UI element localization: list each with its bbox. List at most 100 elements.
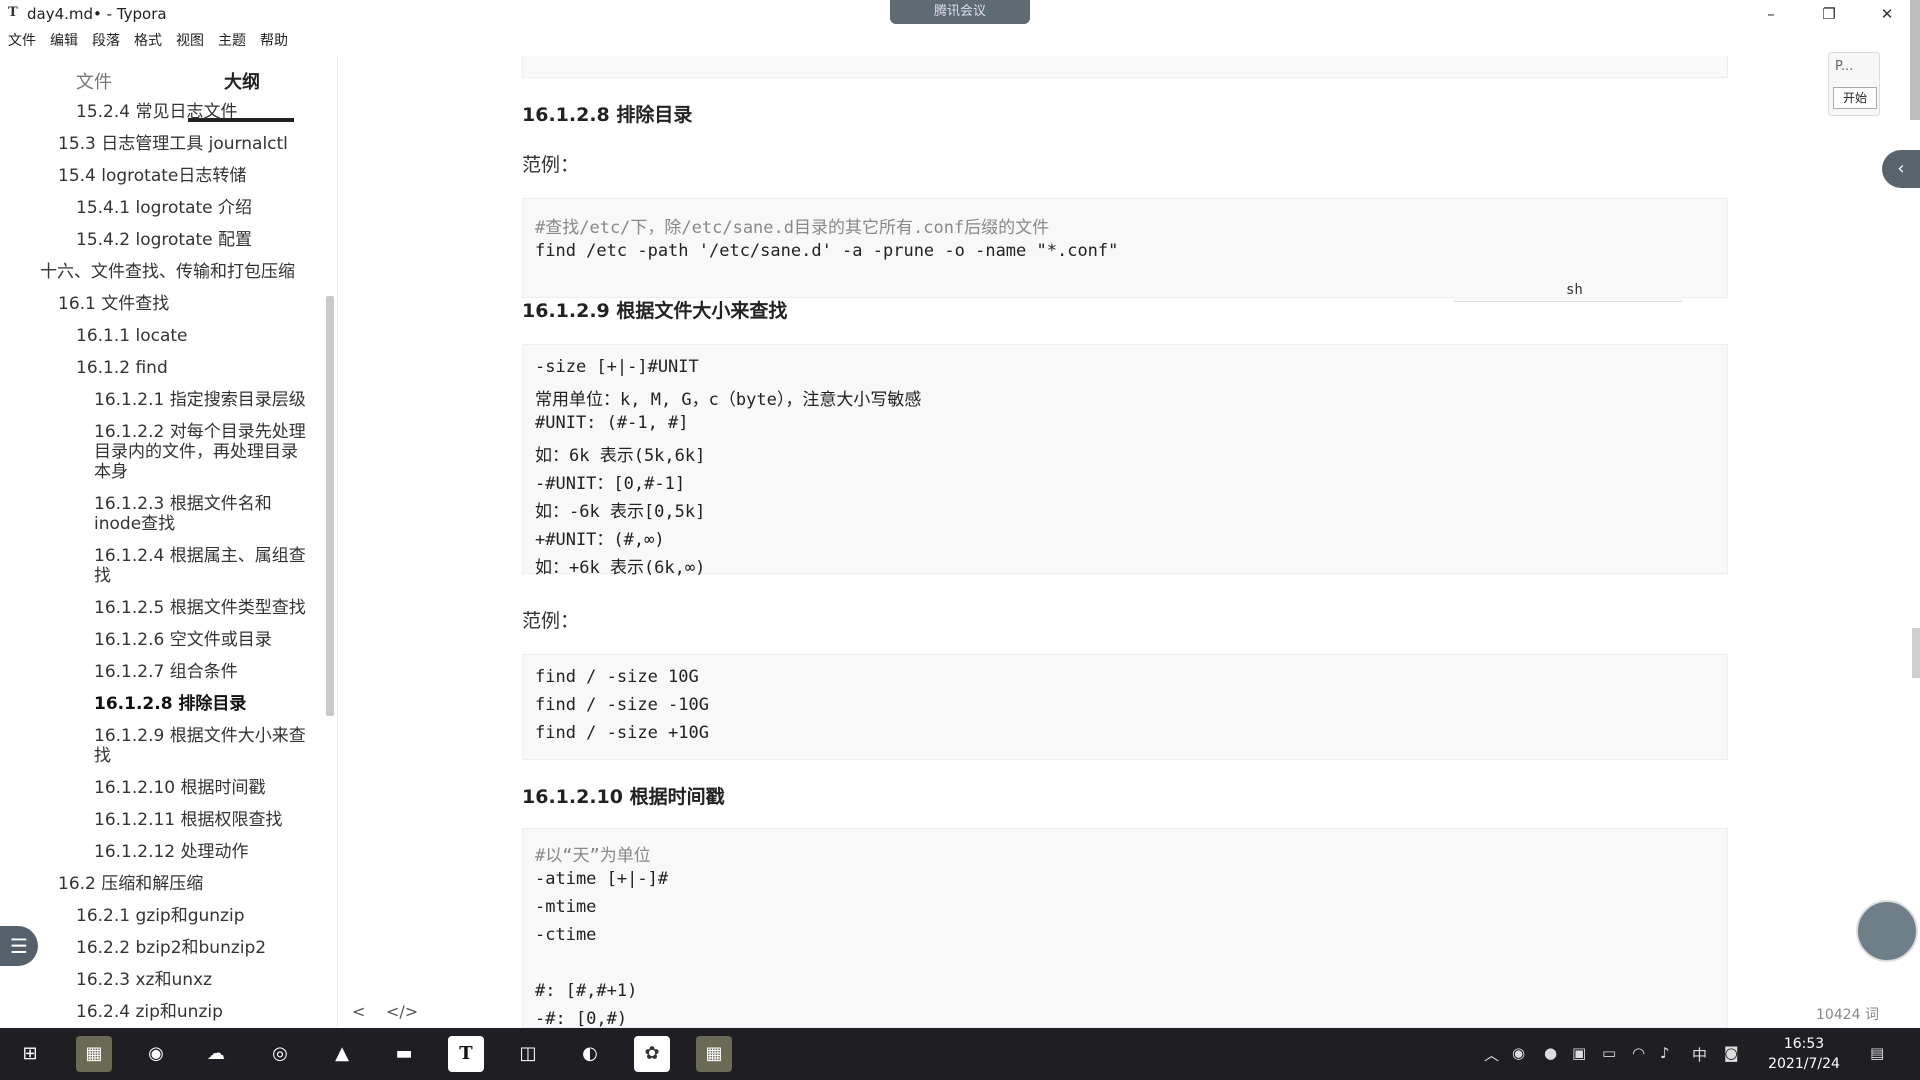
code-line: #UNIT: (#-1, #] — [535, 413, 689, 433]
outline-item[interactable]: 本身 — [94, 462, 128, 483]
menu-paragraph[interactable]: 段落 — [92, 30, 120, 54]
expand-panel-icon[interactable]: ‹ — [1882, 150, 1920, 188]
menu-edit[interactable]: 编辑 — [50, 30, 78, 54]
volume-icon[interactable]: ♪ — [1660, 1044, 1670, 1062]
menu-format[interactable]: 格式 — [134, 30, 162, 54]
network-icon[interactable]: ▣ — [1572, 1044, 1586, 1062]
notification-icon[interactable]: ▤ — [1870, 1044, 1884, 1062]
tray-chevron-icon[interactable]: ︿ — [1484, 1044, 1499, 1065]
outline-item[interactable]: 16.1.2.9 根据文件大小来查 — [94, 726, 306, 747]
file-explorer-icon[interactable]: ▬ — [386, 1036, 422, 1072]
code-block[interactable]: find / -size 10G find / -size -10G find / … — [522, 654, 1728, 760]
source-mode-icon[interactable]: </> — [386, 1002, 418, 1021]
meeting-toolbar[interactable]: 腾讯会议 — [890, 0, 1030, 24]
microphone-icon[interactable]: ● — [1544, 1044, 1557, 1062]
code-line: find / -size 10G — [535, 667, 699, 687]
code-line: -#UNIT：[0,#-1] — [535, 474, 686, 494]
outline-item[interactable]: 16.1.1 locate — [76, 326, 188, 347]
outline-item[interactable]: 16.1.2.2 对每个目录先处理 — [94, 422, 306, 443]
word-count[interactable]: 10424 词 — [1816, 1004, 1879, 1024]
system-clock[interactable]: 16:53 2021/7/24 — [1760, 1034, 1848, 1074]
code-line: #查找/etc/下，除/etc/sane.d目录的其它所有.conf后缀的文件 — [535, 218, 1050, 238]
menu-theme[interactable]: 主题 — [218, 30, 246, 54]
clock-time: 16:53 — [1783, 1036, 1825, 1052]
clock-date: 2021/7/24 — [1768, 1056, 1840, 1072]
outline-item[interactable]: 十六、文件查找、传输和打包压缩 — [40, 262, 295, 283]
outline-item[interactable]: 16.1.2.1 指定搜索目录层级 — [94, 390, 306, 411]
app-image-icon-2[interactable]: ▦ — [696, 1036, 732, 1072]
outline-item[interactable]: 15.4 logrotate日志转储 — [58, 166, 246, 187]
outline-item[interactable]: 16.2.4 zip和unzip — [76, 1002, 223, 1023]
outline-item[interactable]: 目录内的文件，再处理目录 — [94, 442, 298, 463]
outline-item[interactable]: 找 — [94, 746, 111, 767]
outline-item[interactable]: 16.1.2.12 处理动作 — [94, 842, 249, 863]
outline-item[interactable]: 15.3 日志管理工具 journalctl — [58, 134, 288, 155]
sidebar-scrollbar[interactable] — [326, 296, 334, 716]
menu-bar: 文件 编辑 段落 格式 视图 主题 帮助 — [0, 30, 302, 54]
virtualbox-icon[interactable]: ◫ — [510, 1036, 546, 1072]
outline-item[interactable]: 16.1.2.5 根据文件类型查找 — [94, 598, 306, 619]
outline-item[interactable]: 16.2 压缩和解压缩 — [58, 874, 203, 895]
title-bar: T day4.md• - Typora 腾讯会议 – ❐ ✕ — [0, 0, 1920, 28]
menu-view[interactable]: 视图 — [176, 30, 204, 54]
outline-item[interactable]: 16.1.2.10 根据时间戳 — [94, 778, 266, 799]
editor-scrollbar-thumb[interactable] — [1912, 628, 1920, 678]
window-title: day4.md• - Typora — [27, 5, 167, 23]
windows-start-icon[interactable]: ⊞ — [12, 1036, 48, 1072]
outline-item[interactable]: 16.1.2 find — [76, 358, 168, 379]
menu-file[interactable]: 文件 — [8, 30, 36, 54]
editor-content: 16.1.2.8 排除目录 范例： #查找/etc/下，除/etc/sane.d… — [338, 28, 1908, 1028]
netease-music-icon[interactable]: ◎ — [262, 1036, 298, 1072]
outline-item[interactable]: 15.4.2 logrotate 配置 — [76, 230, 252, 251]
code-line: 常用单位：k, M, G，c（byte），注意大小写敏感 — [535, 390, 922, 410]
sidebar-toggle-icon[interactable]: < — [352, 1002, 365, 1021]
outline-item[interactable]: inode查找 — [94, 514, 175, 535]
qq-icon[interactable]: ◙ — [1724, 1044, 1739, 1062]
chrome-icon[interactable]: ◉ — [138, 1036, 174, 1072]
code-block-end — [522, 56, 1728, 78]
wifi-icon[interactable]: ◠ — [1632, 1044, 1645, 1062]
code-line: find / -size +10G — [535, 723, 709, 743]
battery-icon[interactable]: ▭ — [1602, 1044, 1616, 1062]
start-button[interactable]: 开始 — [1833, 87, 1877, 109]
menu-help[interactable]: 帮助 — [260, 30, 288, 54]
tray-app-icon[interactable]: ◉ — [1512, 1044, 1525, 1062]
minimize-button[interactable]: – — [1748, 0, 1794, 28]
code-line: -atime [+|-]# — [535, 869, 669, 889]
outline-item[interactable]: 找 — [94, 566, 111, 587]
meeting-icon[interactable]: ✿ — [634, 1036, 670, 1072]
outline-item[interactable]: 16.1.2.4 根据属主、属组查 — [94, 546, 306, 567]
editor-scrollbar-top[interactable] — [1910, 0, 1920, 120]
heading-16-1-2-10: 16.1.2.10 根据时间戳 — [522, 786, 725, 808]
outline-item[interactable]: 16.2.1 gzip和gunzip — [76, 906, 244, 927]
outline-item[interactable]: 16.1.2.7 组合条件 — [94, 662, 238, 683]
ime-indicator[interactable]: 中 — [1692, 1044, 1707, 1065]
outline-item[interactable]: 15.2.4 常见日志文件 — [76, 102, 237, 123]
code-line: -ctime — [535, 925, 597, 945]
tab-outline[interactable]: 大纲 — [224, 68, 260, 94]
tab-files[interactable]: 文件 — [76, 68, 112, 94]
wechat-icon[interactable]: ☁ — [198, 1036, 234, 1072]
code-block[interactable]: #以“天”为单位 -atime [+|-]# -mtime -ctime #: [#,#… — [522, 828, 1728, 1028]
xshell-icon[interactable]: ◐ — [572, 1036, 608, 1072]
photos-icon[interactable]: ▲ — [324, 1036, 360, 1072]
code-line: -mtime — [535, 897, 597, 917]
avatar[interactable] — [1856, 900, 1918, 962]
code-block[interactable]: -size [+|-]#UNIT 常用单位：k, M, G，c（byte），注意大… — [522, 344, 1728, 578]
outline-item[interactable]: 16.2.3 xz和unxz — [76, 970, 212, 991]
restore-button[interactable]: ❐ — [1806, 0, 1852, 28]
outline-item[interactable]: 16.2.2 bzip2和bunzip2 — [76, 938, 266, 959]
app-image-icon[interactable]: ▦ — [76, 1036, 112, 1072]
outline-item[interactable]: 16.1.2.8 排除目录 — [94, 694, 246, 715]
outline-item[interactable]: 15.4.1 logrotate 介绍 — [76, 198, 252, 219]
code-line: 如：+6k 表示(6k,∞) — [535, 558, 706, 578]
code-line: find /etc -path '/etc/sane.d' -a -prune … — [535, 241, 1119, 261]
outline-item[interactable]: 16.1.2.6 空文件或目录 — [94, 630, 272, 651]
outline-item[interactable]: 16.1.2.11 根据权限查找 — [94, 810, 283, 831]
typora-icon[interactable]: T — [448, 1036, 484, 1072]
code-line: #: [#,#+1) — [535, 981, 638, 1001]
close-button[interactable]: ✕ — [1864, 0, 1910, 28]
outline-item[interactable]: 16.1.2.3 根据文件名和 — [94, 494, 272, 515]
code-language-input[interactable]: sh — [1454, 278, 1682, 302]
outline-item[interactable]: 16.1 文件查找 — [58, 294, 169, 315]
